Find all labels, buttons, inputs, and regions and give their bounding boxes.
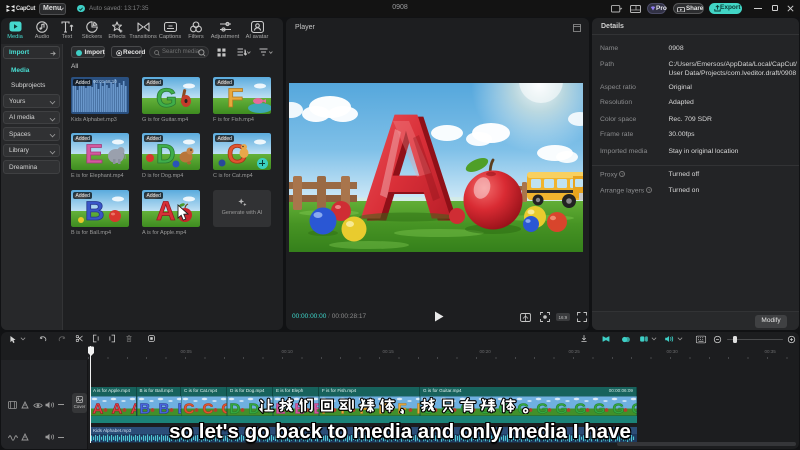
svg-text:A: A	[156, 196, 176, 226]
svg-text:B: B	[85, 196, 105, 226]
svg-text:A: A	[357, 83, 454, 251]
svg-text:F: F	[227, 83, 244, 113]
svg-text:G: G	[156, 83, 177, 113]
svg-text:E: E	[85, 139, 103, 169]
